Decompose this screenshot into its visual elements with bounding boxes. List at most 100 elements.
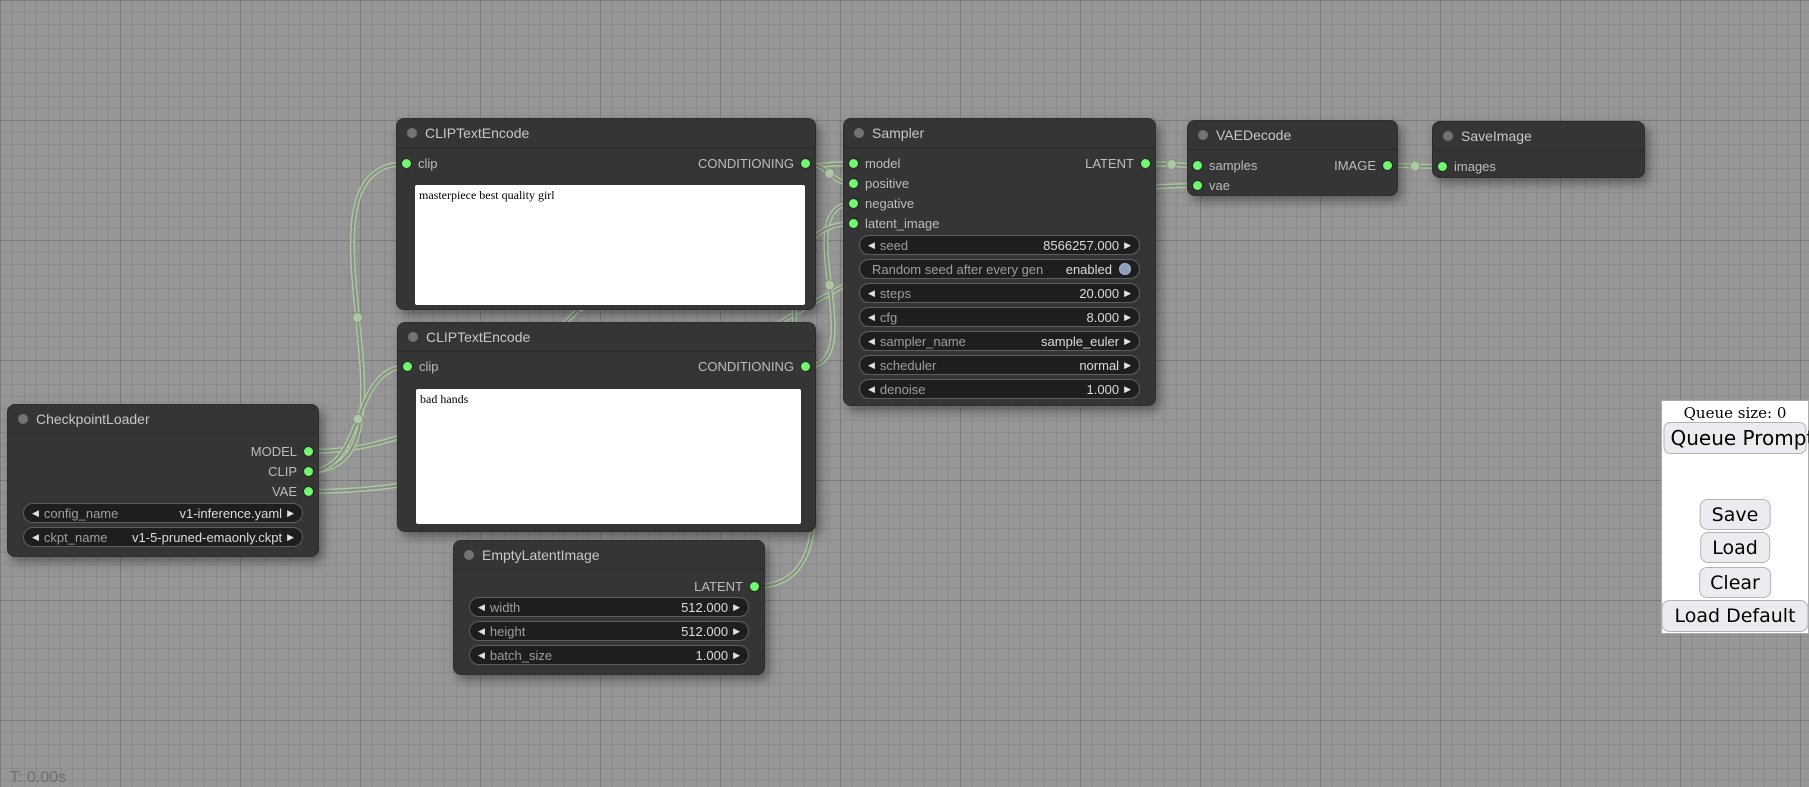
node-clip-text-encode-negative[interactable]: CLIPTextEncode clip CONDITIONING bad han… — [397, 322, 816, 532]
port-label: images — [1454, 159, 1496, 174]
port-dot-latent[interactable] — [750, 582, 759, 591]
widget-scheduler[interactable]: ◀ scheduler normal ▶ — [859, 355, 1140, 375]
widget-config-name[interactable]: ◀ config_name v1-inference.yaml ▶ — [23, 503, 303, 523]
decrement-arrow-icon[interactable]: ◀ — [868, 240, 875, 251]
port-label: CONDITIONING — [698, 359, 794, 374]
decrement-arrow-icon[interactable]: ◀ — [478, 650, 485, 661]
widget-height[interactable]: ◀ height 512.000 ▶ — [469, 621, 749, 641]
collapse-dot-icon[interactable] — [407, 128, 417, 138]
node-title: CheckpointLoader — [36, 411, 150, 427]
queue-prompt-button[interactable]: Queue Prompt — [1664, 422, 1807, 454]
increment-arrow-icon[interactable]: ▶ — [733, 602, 740, 613]
increment-arrow-icon[interactable]: ▶ — [733, 650, 740, 661]
increment-arrow-icon[interactable]: ▶ — [1124, 240, 1131, 251]
decrement-arrow-icon[interactable]: ◀ — [868, 360, 875, 371]
increment-arrow-icon[interactable]: ▶ — [287, 532, 294, 543]
decrement-arrow-icon[interactable]: ◀ — [32, 508, 39, 519]
node-titlebar[interactable]: CLIPTextEncode — [398, 323, 815, 352]
port-dot-vae[interactable] — [1193, 181, 1202, 190]
output-port-conditioning: CONDITIONING — [698, 359, 815, 375]
node-titlebar[interactable]: CLIPTextEncode — [397, 119, 815, 148]
widget-random-seed-toggle[interactable]: Random seed after every gen enabled — [859, 259, 1140, 279]
port-dot-image[interactable] — [1383, 161, 1392, 170]
port-label: LATENT — [1085, 156, 1134, 171]
port-dot-positive[interactable] — [849, 179, 858, 188]
widget-value: enabled — [1066, 262, 1112, 277]
widget-denoise[interactable]: ◀ denoise 1.000 ▶ — [859, 379, 1140, 399]
input-port-images: images — [1433, 159, 1496, 175]
node-vae-decode[interactable]: VAEDecode samples vae IMAGE — [1187, 120, 1398, 196]
port-dot-clip[interactable] — [403, 362, 412, 371]
decrement-arrow-icon[interactable]: ◀ — [868, 336, 875, 347]
collapse-dot-icon[interactable] — [464, 550, 474, 560]
load-button[interactable]: Load — [1700, 532, 1770, 563]
widget-width[interactable]: ◀ width 512.000 ▶ — [469, 597, 749, 617]
port-dot-samples[interactable] — [1193, 161, 1202, 170]
node-sampler[interactable]: Sampler model positive negative latent_i… — [843, 118, 1156, 406]
node-titlebar[interactable]: SaveImage — [1433, 122, 1644, 151]
save-button[interactable]: Save — [1700, 499, 1771, 530]
increment-arrow-icon[interactable]: ▶ — [287, 508, 294, 519]
port-dot-negative[interactable] — [849, 199, 858, 208]
collapse-dot-icon[interactable] — [854, 128, 864, 138]
output-port-vae: VAE — [272, 484, 318, 500]
load-default-button[interactable]: Load Default — [1661, 600, 1808, 632]
prompt-textarea[interactable]: masterpiece best quality girl — [415, 185, 805, 305]
increment-arrow-icon[interactable]: ▶ — [1124, 288, 1131, 299]
node-checkpoint-loader[interactable]: CheckpointLoader MODEL CLIP VAE ◀ config… — [7, 404, 319, 557]
port-dot-model[interactable] — [304, 447, 313, 456]
node-clip-text-encode-positive[interactable]: CLIPTextEncode clip CONDITIONING masterp… — [396, 118, 816, 310]
increment-arrow-icon[interactable]: ▶ — [733, 626, 740, 637]
collapse-dot-icon[interactable] — [1443, 131, 1453, 141]
decrement-arrow-icon[interactable]: ◀ — [478, 626, 485, 637]
collapse-dot-icon[interactable] — [18, 414, 28, 424]
port-dot-images[interactable] — [1438, 162, 1447, 171]
increment-arrow-icon[interactable]: ▶ — [1124, 312, 1131, 323]
widget-label: seed — [880, 238, 908, 253]
port-dot-latent[interactable] — [1141, 159, 1150, 168]
widget-value: v1-inference.yaml — [179, 506, 282, 521]
decrement-arrow-icon[interactable]: ◀ — [32, 532, 39, 543]
widget-ckpt-name[interactable]: ◀ ckpt_name v1-5-pruned-emaonly.ckpt ▶ — [23, 527, 303, 547]
decrement-arrow-icon[interactable]: ◀ — [868, 384, 875, 395]
decrement-arrow-icon[interactable]: ◀ — [478, 602, 485, 613]
increment-arrow-icon[interactable]: ▶ — [1124, 360, 1131, 371]
node-titlebar[interactable]: Sampler — [844, 119, 1155, 148]
prompt-textarea[interactable]: bad hands — [416, 389, 801, 524]
node-titlebar[interactable]: CheckpointLoader — [8, 405, 318, 434]
collapse-dot-icon[interactable] — [408, 332, 418, 342]
widget-seed[interactable]: ◀ seed 8566257.000 ▶ — [859, 235, 1140, 255]
widget-label: Random seed after every gen — [872, 262, 1043, 277]
widget-cfg[interactable]: ◀ cfg 8.000 ▶ — [859, 307, 1140, 327]
input-port-latent-image: latent_image — [844, 216, 939, 232]
port-dot-clip[interactable] — [304, 467, 313, 476]
widget-sampler-name[interactable]: ◀ sampler_name sample_euler ▶ — [859, 331, 1140, 351]
widget-label: sampler_name — [880, 334, 966, 349]
increment-arrow-icon[interactable]: ▶ — [1124, 384, 1131, 395]
port-dot-model[interactable] — [849, 159, 858, 168]
port-label: MODEL — [251, 444, 297, 459]
node-save-image[interactable]: SaveImage images — [1432, 121, 1645, 178]
port-dot-latent-image[interactable] — [849, 219, 858, 228]
widget-steps[interactable]: ◀ steps 20.000 ▶ — [859, 283, 1140, 303]
port-label: latent_image — [865, 216, 939, 231]
port-dot-clip[interactable] — [402, 159, 411, 168]
widget-batch-size[interactable]: ◀ batch_size 1.000 ▶ — [469, 645, 749, 665]
widget-value: sample_euler — [1041, 334, 1119, 349]
clear-button[interactable]: Clear — [1699, 567, 1771, 598]
output-port-latent: LATENT — [694, 579, 764, 595]
increment-arrow-icon[interactable]: ▶ — [1124, 336, 1131, 347]
port-label: negative — [865, 196, 914, 211]
node-empty-latent-image[interactable]: EmptyLatentImage LATENT ◀ width 512.000 … — [453, 540, 765, 675]
port-dot-vae[interactable] — [304, 487, 313, 496]
output-port-model: MODEL — [251, 444, 318, 460]
collapse-dot-icon[interactable] — [1198, 130, 1208, 140]
toggle-knob-icon[interactable] — [1119, 263, 1131, 275]
port-dot-conditioning[interactable] — [801, 159, 810, 168]
node-titlebar[interactable]: EmptyLatentImage — [454, 541, 764, 570]
node-titlebar[interactable]: VAEDecode — [1188, 121, 1397, 150]
port-dot-conditioning[interactable] — [801, 362, 810, 371]
decrement-arrow-icon[interactable]: ◀ — [868, 312, 875, 323]
port-label: clip — [419, 359, 439, 374]
decrement-arrow-icon[interactable]: ◀ — [868, 288, 875, 299]
